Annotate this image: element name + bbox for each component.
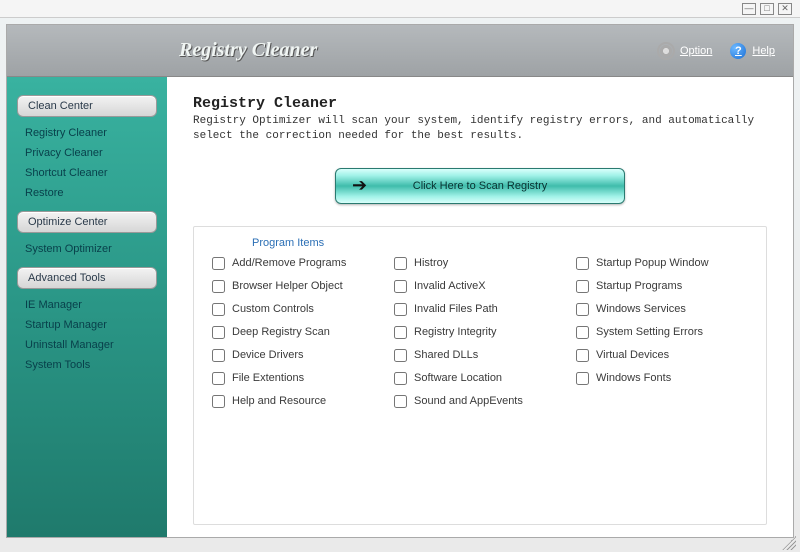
page-description: Registry Optimizer will scan your system… (193, 114, 767, 144)
item-label: File Extentions (232, 372, 304, 384)
item-startup-programs[interactable]: Startup Programs (576, 280, 748, 293)
header: Registry Cleaner Option ? Help (7, 25, 793, 77)
item-shared-dlls[interactable]: Shared DLLs (394, 349, 566, 362)
item-sound-and-appevents[interactable]: Sound and AppEvents (394, 395, 566, 408)
item-label: Help and Resource (232, 395, 326, 407)
item-label: Registry Integrity (414, 326, 497, 338)
checkbox[interactable] (212, 326, 225, 339)
item-add-remove-programs[interactable]: Add/Remove Programs (212, 257, 384, 270)
sidebar-group-optimize[interactable]: Optimize Center (17, 211, 157, 233)
checkbox[interactable] (576, 257, 589, 270)
checkbox[interactable] (394, 395, 407, 408)
item-startup-popup-window[interactable]: Startup Popup Window (576, 257, 748, 270)
checkbox[interactable] (394, 326, 407, 339)
item-label: Software Location (414, 372, 502, 384)
sidebar-item-uninstall-manager[interactable]: Uninstall Manager (7, 335, 167, 355)
option-label: Option (680, 45, 712, 57)
item-label: Windows Fonts (596, 372, 671, 384)
checkbox[interactable] (212, 280, 225, 293)
item-label: Device Drivers (232, 349, 304, 361)
scan-button-label: Click Here to Scan Registry (413, 180, 548, 192)
item-deep-registry-scan[interactable]: Deep Registry Scan (212, 326, 384, 339)
item-software-location[interactable]: Software Location (394, 372, 566, 385)
help-link[interactable]: ? Help (730, 43, 775, 59)
item-help-and-resource[interactable]: Help and Resource (212, 395, 384, 408)
checkbox[interactable] (394, 372, 407, 385)
scan-registry-button[interactable]: ➔ Click Here to Scan Registry (335, 168, 625, 204)
item-file-extentions[interactable]: File Extentions (212, 372, 384, 385)
help-icon: ? (730, 43, 746, 59)
program-items-title: Program Items (212, 237, 748, 249)
checkbox[interactable] (394, 257, 407, 270)
item-label: Windows Services (596, 303, 686, 315)
checkbox[interactable] (576, 303, 589, 316)
item-device-drivers[interactable]: Device Drivers (212, 349, 384, 362)
sidebar-item-shortcut-cleaner[interactable]: Shortcut Cleaner (7, 163, 167, 183)
item-virtual-devices[interactable]: Virtual Devices (576, 349, 748, 362)
item-custom-controls[interactable]: Custom Controls (212, 303, 384, 316)
gear-icon (658, 43, 674, 59)
sidebar-item-startup-manager[interactable]: Startup Manager (7, 315, 167, 335)
checkbox[interactable] (212, 395, 225, 408)
program-items-panel: Program Items Add/Remove Programs Histro… (193, 226, 767, 525)
checkbox[interactable] (212, 303, 225, 316)
item-label: Shared DLLs (414, 349, 478, 361)
checkbox[interactable] (576, 349, 589, 362)
app-frame: Registry Cleaner Option ? Help Clean Cen… (0, 18, 800, 552)
item-label: Invalid ActiveX (414, 280, 486, 292)
window-chrome: — □ ✕ (0, 0, 800, 18)
checkbox[interactable] (576, 326, 589, 339)
item-label: System Setting Errors (596, 326, 703, 338)
sidebar-group-clean[interactable]: Clean Center (17, 95, 157, 117)
close-button[interactable]: ✕ (778, 3, 792, 15)
item-system-setting-errors[interactable]: System Setting Errors (576, 326, 748, 339)
main-panel: Registry Cleaner Registry Optimizer will… (167, 77, 793, 537)
app-title: Registry Cleaner (179, 39, 317, 62)
item-registry-integrity[interactable]: Registry Integrity (394, 326, 566, 339)
item-invalid-activex[interactable]: Invalid ActiveX (394, 280, 566, 293)
item-invalid-files-path[interactable]: Invalid Files Path (394, 303, 566, 316)
checkbox[interactable] (394, 303, 407, 316)
item-label: Invalid Files Path (414, 303, 498, 315)
minimize-button[interactable]: — (742, 3, 756, 15)
scan-button-wrap: ➔ Click Here to Scan Registry (193, 168, 767, 204)
sidebar-item-system-optimizer[interactable]: System Optimizer (7, 239, 167, 259)
item-label: Custom Controls (232, 303, 314, 315)
checkbox[interactable] (576, 280, 589, 293)
item-label: Startup Popup Window (596, 257, 709, 269)
page-title: Registry Cleaner (193, 95, 767, 112)
sidebar-item-registry-cleaner[interactable]: Registry Cleaner (7, 123, 167, 143)
checkbox[interactable] (212, 257, 225, 270)
body: Clean Center Registry Cleaner Privacy Cl… (7, 77, 793, 537)
item-label: Virtual Devices (596, 349, 669, 361)
item-label: Add/Remove Programs (232, 257, 346, 269)
maximize-button[interactable]: □ (760, 3, 774, 15)
arrow-right-icon: ➔ (352, 175, 367, 196)
item-browser-helper-object[interactable]: Browser Helper Object (212, 280, 384, 293)
help-label: Help (752, 45, 775, 57)
program-items-grid: Add/Remove Programs Histroy Startup Popu… (212, 257, 748, 408)
item-histroy[interactable]: Histroy (394, 257, 566, 270)
item-label: Deep Registry Scan (232, 326, 330, 338)
sidebar-item-ie-manager[interactable]: IE Manager (7, 295, 167, 315)
checkbox[interactable] (212, 372, 225, 385)
checkbox[interactable] (576, 372, 589, 385)
item-windows-services[interactable]: Windows Services (576, 303, 748, 316)
item-windows-fonts[interactable]: Windows Fonts (576, 372, 748, 385)
item-label: Histroy (414, 257, 448, 269)
sidebar-group-advanced[interactable]: Advanced Tools (17, 267, 157, 289)
sidebar: Clean Center Registry Cleaner Privacy Cl… (7, 77, 167, 537)
checkbox[interactable] (394, 349, 407, 362)
item-label: Startup Programs (596, 280, 682, 292)
item-label: Sound and AppEvents (414, 395, 523, 407)
option-link[interactable]: Option (658, 43, 712, 59)
app-inner: Registry Cleaner Option ? Help Clean Cen… (6, 24, 794, 538)
sidebar-item-privacy-cleaner[interactable]: Privacy Cleaner (7, 143, 167, 163)
sidebar-item-restore[interactable]: Restore (7, 183, 167, 203)
sidebar-item-system-tools[interactable]: System Tools (7, 355, 167, 375)
checkbox[interactable] (212, 349, 225, 362)
item-label: Browser Helper Object (232, 280, 343, 292)
checkbox[interactable] (394, 280, 407, 293)
resize-grip-icon[interactable] (782, 536, 796, 550)
